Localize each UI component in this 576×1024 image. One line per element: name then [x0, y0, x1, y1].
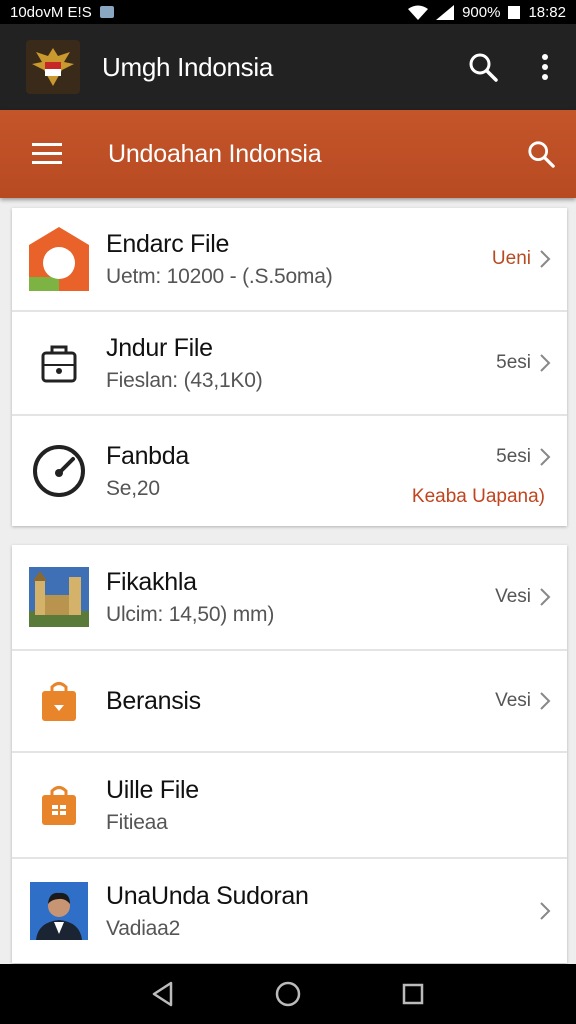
item-note: Keaba Uapana): [411, 486, 545, 507]
gauge-icon: [12, 443, 106, 499]
status-left-text: 10dovM E!S: [10, 3, 92, 21]
chevron-right-icon: [540, 354, 551, 372]
home-button[interactable]: [268, 974, 308, 1014]
briefcase-icon: [12, 785, 106, 825]
battery-icon: [508, 5, 521, 19]
list-item[interactable]: Endarc File Uetm: 10200 - (.S.5oma) Ueni: [12, 208, 567, 312]
search-icon: [528, 141, 555, 168]
notification-icon: [99, 6, 114, 18]
navigation-bar: [0, 964, 576, 1024]
app-title: Umgh Indonsia: [102, 51, 273, 82]
item-title: Fikakhla: [106, 567, 197, 596]
lock-bag-icon: [12, 343, 106, 383]
item-title: Endarc File: [106, 229, 230, 258]
item-subtitle: Fitieaa: [106, 810, 168, 834]
recents-square-icon: [403, 983, 424, 1005]
home-circle-icon: [275, 981, 301, 1007]
item-title: Beransis: [106, 686, 201, 715]
chevron-right-icon: [540, 902, 551, 920]
item-status: Vesi: [495, 690, 531, 711]
battery-percent: 900%: [462, 3, 501, 21]
wifi-icon: [408, 5, 429, 20]
back-triangle-icon: [152, 981, 172, 1007]
item-subtitle: Fieslan: (43,1K0): [106, 368, 263, 392]
list-item[interactable]: Jndur File Fieslan: (43,1K0) 5esi: [12, 312, 567, 416]
item-status: Ueni: [491, 248, 531, 269]
list-item[interactable]: Uille File Fitieaa: [12, 753, 567, 859]
shopping-bag-icon: [12, 681, 106, 721]
section-toolbar: Undoahan Indonsia: [0, 110, 576, 198]
file-list-primary: Endarc File Uetm: 10200 - (.S.5oma) Ueni…: [12, 208, 567, 526]
item-subtitle: Ulcim: 14,50) mm): [106, 602, 275, 626]
status-bar: 10dovM E!S 900% 18:82: [0, 0, 576, 24]
signal-icon: [436, 4, 455, 20]
orange-box-icon: [12, 227, 106, 291]
item-title: UnaUnda Sudoran: [106, 881, 309, 910]
person-photo-icon: [12, 882, 106, 940]
menu-button[interactable]: [12, 119, 82, 189]
item-subtitle: Vadiaa2: [106, 916, 181, 940]
monument-image-icon: [12, 567, 106, 627]
item-status: 5esi: [496, 446, 531, 467]
item-title: Jndur File: [106, 333, 213, 362]
back-button[interactable]: [143, 974, 183, 1014]
chevron-right-icon: [540, 692, 551, 710]
list-item[interactable]: Beransis Vesi: [12, 651, 567, 753]
item-title: Fanbda: [106, 441, 189, 470]
chevron-right-icon: [540, 448, 551, 466]
chevron-right-icon: [540, 588, 551, 606]
list-item[interactable]: Fanbda Se,20 5esi Keaba Uapana): [12, 416, 567, 526]
search-icon: [469, 53, 498, 82]
toolbar-title: Undoahan Indonsia: [108, 139, 322, 168]
chevron-right-icon: [540, 250, 551, 268]
item-title: Uille File: [106, 775, 199, 804]
more-vert-icon: [542, 54, 548, 80]
item-subtitle: Uetm: 10200 - (.S.5oma): [106, 264, 333, 288]
item-status: 5esi: [496, 352, 531, 373]
list-item[interactable]: Fikakhla Ulcim: 14,50) mm) Vesi: [12, 545, 567, 651]
status-time: 18:82: [528, 3, 566, 21]
hamburger-icon: [32, 143, 62, 164]
item-status: Vesi: [495, 586, 531, 607]
toolbar-search-button[interactable]: [510, 123, 572, 185]
search-button[interactable]: [452, 36, 514, 98]
recents-button[interactable]: [393, 974, 433, 1014]
file-list-secondary: Fikakhla Ulcim: 14,50) mm) Vesi Beransis…: [12, 545, 567, 963]
garuda-logo-icon[interactable]: [26, 40, 80, 94]
overflow-menu-button[interactable]: [514, 36, 576, 98]
list-item[interactable]: UnaUnda Sudoran Vadiaa2: [12, 859, 567, 963]
app-bar: Umgh Indonsia: [0, 24, 576, 110]
